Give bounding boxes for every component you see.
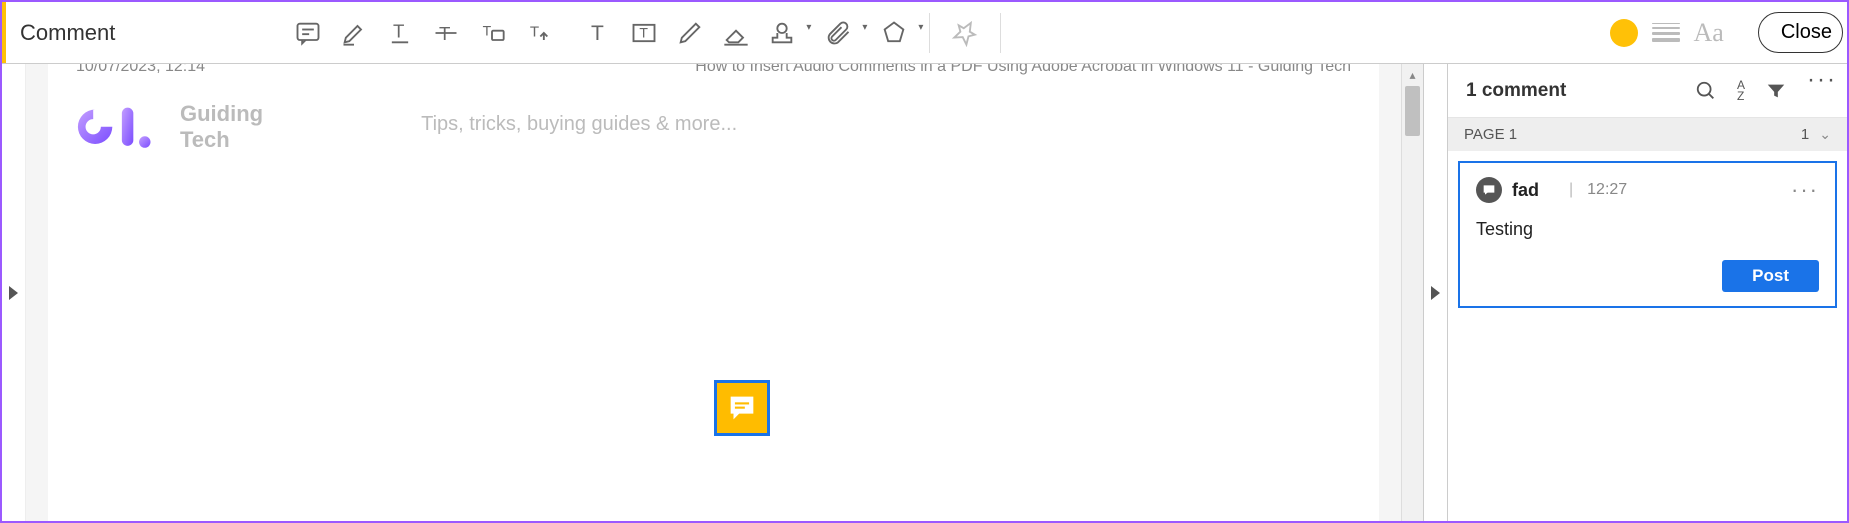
logo-line-1: Guiding (180, 101, 263, 127)
expand-left-handle[interactable] (2, 64, 26, 521)
doc-tagline: Tips, tricks, buying guides & more... (421, 113, 737, 136)
chevron-down-icon: ▾ (806, 22, 811, 33)
highlight-icon[interactable] (331, 10, 377, 56)
comment-type-icon (1476, 177, 1502, 203)
comment-header: fad | 12:27 ··· (1476, 177, 1819, 203)
sticky-note-icon[interactable] (285, 10, 331, 56)
comment-time: 12:27 (1587, 181, 1627, 199)
chevron-down-icon: ⌄ (1819, 126, 1831, 143)
text-box-icon[interactable]: T (621, 10, 667, 56)
svg-text:T: T (483, 22, 492, 38)
shapes-icon[interactable]: ▾ (871, 10, 917, 56)
eraser-icon[interactable] (713, 10, 759, 56)
pin-icon[interactable] (942, 10, 988, 56)
document-page: 10/07/2023, 12:14 How to Insert Audio Co… (48, 64, 1379, 521)
page-group-bar[interactable]: PAGE 1 1 ⌄ (1448, 118, 1847, 151)
filter-icon[interactable] (1765, 80, 1787, 102)
guiding-tech-logo (76, 100, 162, 154)
svg-text:T: T (530, 23, 539, 40)
panel-body: fad | 12:27 ··· Testing Post (1448, 151, 1847, 318)
comment-toolbar: Comment T T T T T T (2, 2, 1847, 64)
triangle-right-icon (1431, 286, 1440, 300)
chevron-down-icon: ▾ (918, 22, 923, 33)
vertical-scrollbar[interactable]: ▴ (1401, 64, 1423, 521)
underline-icon[interactable]: T (377, 10, 423, 56)
line-thickness-icon[interactable] (1652, 23, 1680, 42)
svg-text:T: T (393, 20, 404, 41)
add-text-icon[interactable]: T (575, 10, 621, 56)
color-picker-dot[interactable] (1610, 19, 1638, 47)
triangle-right-icon (9, 286, 18, 300)
close-button[interactable]: Close (1758, 12, 1843, 53)
text-comment-icon[interactable]: T (469, 10, 515, 56)
scroll-thumb[interactable] (1405, 86, 1420, 136)
time-separator: | (1569, 181, 1573, 199)
svg-text:T: T (591, 22, 604, 45)
insert-text-icon[interactable]: T (515, 10, 561, 56)
chevron-down-icon: ▾ (862, 22, 867, 33)
page-comment-count: 1 (1801, 126, 1809, 143)
svg-text:T: T (640, 24, 649, 40)
panel-actions: AZ ··· (1695, 80, 1829, 102)
doc-page-title: How to Insert Audio Comments in a PDF Us… (695, 64, 1351, 76)
strikethrough-icon[interactable]: T (423, 10, 469, 56)
attachment-icon[interactable]: ▾ (815, 10, 861, 56)
sort-icon[interactable]: AZ (1737, 80, 1745, 102)
doc-date: 10/07/2023, 12:14 (76, 64, 205, 76)
stamp-icon[interactable]: ▾ (759, 10, 805, 56)
separator (929, 13, 930, 53)
comment-text[interactable]: Testing (1476, 219, 1819, 240)
pencil-icon[interactable] (667, 10, 713, 56)
comment-footer: Post (1476, 260, 1819, 292)
content-area: 10/07/2023, 12:14 How to Insert Audio Co… (2, 64, 1847, 521)
more-options-icon[interactable]: ··· (1807, 80, 1829, 102)
separator (1000, 13, 1001, 53)
document-viewport[interactable]: 10/07/2023, 12:14 How to Insert Audio Co… (26, 64, 1401, 521)
comment-card[interactable]: fad | 12:27 ··· Testing Post (1458, 161, 1837, 308)
comment-author: fad (1512, 180, 1539, 201)
page-label: PAGE 1 (1464, 126, 1517, 143)
expand-panel-handle[interactable] (1423, 64, 1447, 521)
toolbar-title: Comment (20, 20, 115, 46)
panel-header: 1 comment AZ ··· (1448, 64, 1847, 118)
logo-line-2: Tech (180, 127, 263, 153)
logo-text-block: Guiding Tech (180, 101, 263, 154)
comments-panel: 1 comment AZ ··· PAGE 1 1 ⌄ fad | (1447, 64, 1847, 521)
toolbar-tools-group: T T T T T T ▾ ▾ ▾ (285, 10, 1013, 56)
text-format-icon[interactable]: Aa (1694, 18, 1724, 48)
sticky-note-marker[interactable] (714, 380, 770, 436)
doc-logo-row: Guiding Tech Tips, tricks, buying guides… (76, 100, 1351, 154)
doc-header-row: 10/07/2023, 12:14 How to Insert Audio Co… (76, 64, 1351, 76)
toolbar-right-group: Aa Close (1610, 12, 1843, 53)
search-icon[interactable] (1695, 80, 1717, 102)
active-side-marker (2, 2, 6, 63)
post-button[interactable]: Post (1722, 260, 1819, 292)
panel-title: 1 comment (1466, 80, 1566, 102)
scroll-up-icon[interactable]: ▴ (1402, 64, 1423, 86)
